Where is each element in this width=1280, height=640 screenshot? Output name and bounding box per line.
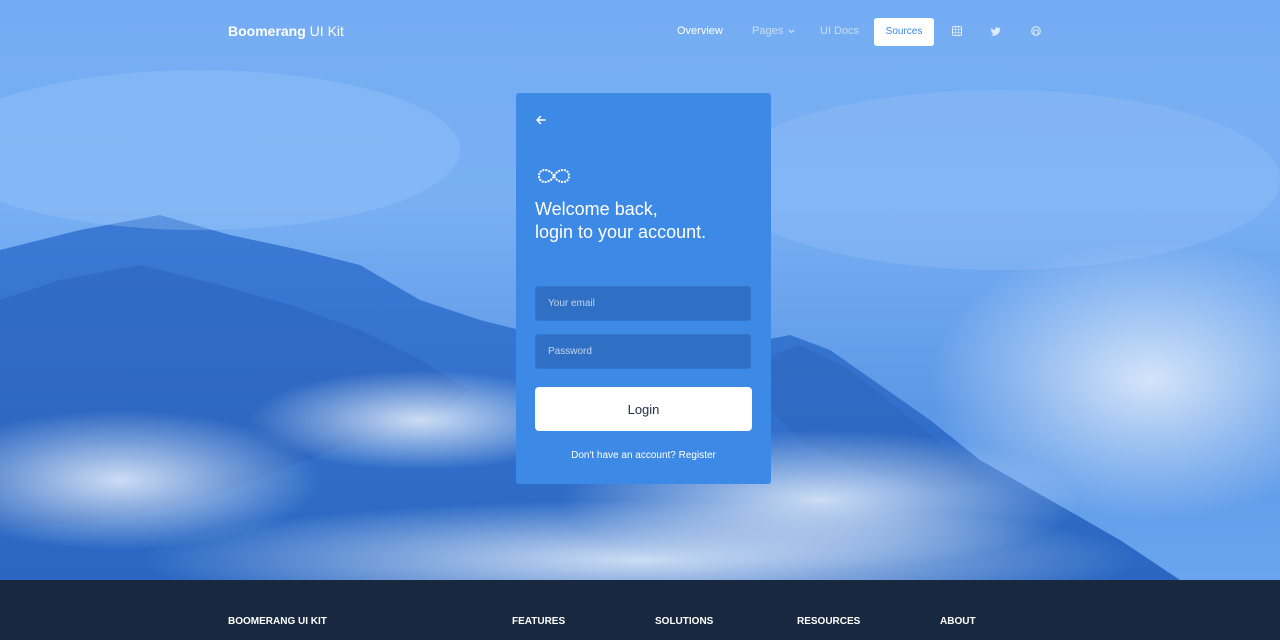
brand-rest: UI Kit <box>305 23 344 39</box>
email-field[interactable] <box>535 286 751 321</box>
nav-ui-docs[interactable]: UI Docs <box>820 25 859 37</box>
infinity-logo-icon <box>537 169 571 183</box>
chevron-down-icon <box>788 29 795 33</box>
navbar: Boomerang UI Kit Overview Pages UI Docs … <box>0 0 1280 62</box>
nav-overview[interactable]: Overview <box>677 25 723 37</box>
github-icon[interactable] <box>1030 25 1042 37</box>
login-heading: Welcome back, login to your account. <box>535 198 706 244</box>
twitter-icon[interactable] <box>990 25 1002 37</box>
footer-brand: BOOMERANG UI KIT <box>228 616 327 627</box>
arrow-left-icon[interactable] <box>534 113 548 127</box>
footer-heading-features: FEATURES <box>512 616 566 627</box>
nav-pages[interactable]: Pages <box>752 25 795 37</box>
footer-heading-solutions: SOLUTIONS <box>655 616 714 627</box>
sources-button[interactable]: Sources <box>874 18 934 46</box>
nav-pages-label: Pages <box>752 25 784 37</box>
footer-heading-resources: RESOURCES <box>797 616 861 627</box>
password-field[interactable] <box>535 334 751 369</box>
heading-line-2: login to your account. <box>535 222 707 242</box>
slack-icon[interactable] <box>951 25 963 37</box>
footer-heading-about: ABOUT <box>940 616 976 627</box>
login-card: Welcome back, login to your account. Log… <box>516 93 771 484</box>
footer: BOOMERANG UI KIT FEATURES SOLUTIONS RESO… <box>0 580 1280 640</box>
heading-line-1: Welcome back, <box>535 199 658 219</box>
brand-bold: Boomerang <box>228 23 306 39</box>
register-link[interactable]: Don't have an account? Register <box>516 450 771 461</box>
login-button[interactable]: Login <box>535 387 752 431</box>
brand-logo[interactable]: Boomerang UI Kit <box>228 23 344 39</box>
